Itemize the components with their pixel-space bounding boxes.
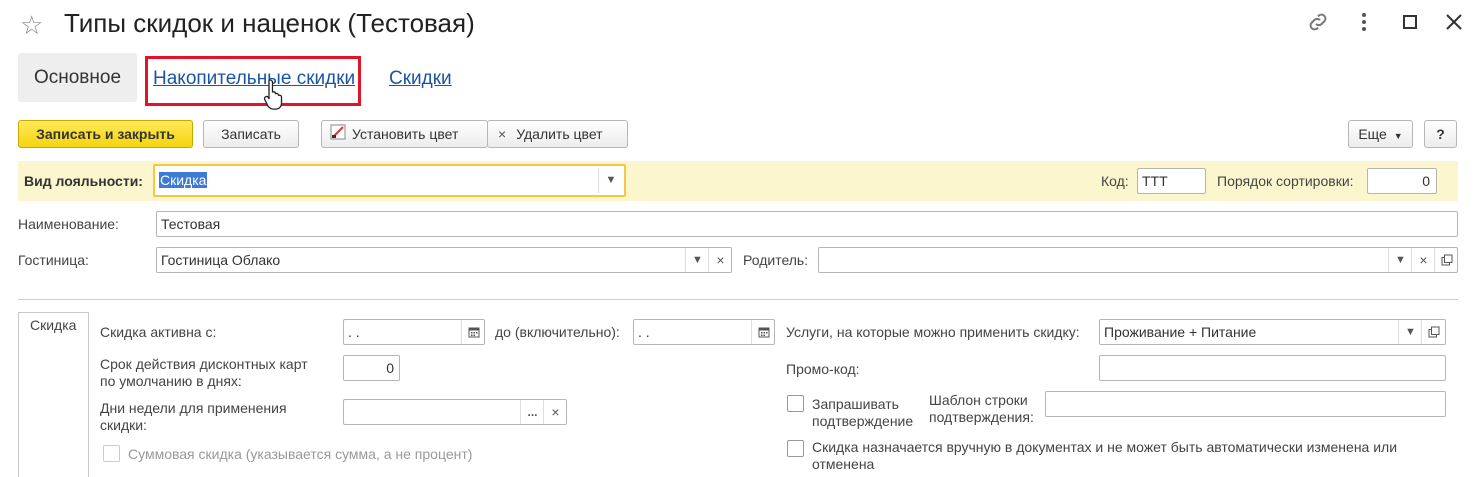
link-icon[interactable]: [1306, 10, 1330, 40]
chevron-down-icon[interactable]: ▼: [1398, 320, 1422, 344]
window-title: Типы скидок и наценок (Тестовая): [64, 8, 475, 38]
name-input[interactable]: Тестовая: [156, 211, 1458, 237]
promo-input[interactable]: [1099, 355, 1446, 381]
card-term-label-1: Срок действия дисконтных карт: [100, 356, 308, 372]
ask-confirm-checkbox[interactable]: [787, 395, 804, 412]
name-label: Наименование:: [18, 216, 119, 232]
tab-discount-vertical[interactable]: [18, 312, 89, 477]
more-label: Еще: [1358, 126, 1387, 142]
chevron-down-icon[interactable]: ▼: [598, 168, 623, 193]
ask-confirm-label-1: Запрашивать: [812, 396, 899, 412]
clear-icon[interactable]: ×: [708, 248, 732, 272]
clear-icon[interactable]: ×: [1411, 248, 1435, 272]
maximize-icon[interactable]: [1398, 10, 1422, 40]
active-from-label: Скидка активна с:: [100, 324, 217, 340]
more-button[interactable]: Еще ▼: [1348, 120, 1413, 148]
remove-icon: ×: [498, 126, 507, 142]
chevron-down-icon: ▼: [1393, 131, 1403, 141]
weekdays-label-2: скидки:: [100, 417, 147, 433]
ellipsis-icon[interactable]: ...: [520, 400, 544, 424]
set-color-label: Установить цвет: [352, 126, 459, 142]
tab-main[interactable]: Основное: [18, 53, 137, 102]
save-button[interactable]: Записать: [203, 120, 299, 148]
more-vertical-icon[interactable]: [1352, 10, 1376, 40]
ask-confirm-label-2: подтверждение: [812, 413, 914, 429]
loyalty-label: Вид лояльности:: [24, 173, 143, 189]
set-color-button[interactable]: Установить цвет: [321, 120, 488, 148]
services-label: Услуги, на которые можно применить скидк…: [786, 324, 1080, 340]
parent-select[interactable]: [818, 247, 1458, 273]
template-input[interactable]: [1045, 391, 1446, 417]
services-value: Проживание + Питание: [1104, 324, 1257, 340]
chevron-down-icon[interactable]: ▼: [1388, 248, 1412, 272]
card-term-label-2: по умолчанию в днях:: [100, 373, 242, 389]
close-icon[interactable]: [1442, 10, 1466, 40]
manual-discount-label-1: Скидка назначается вручную в документах …: [812, 439, 1398, 455]
loyalty-select[interactable]: Скидка: [153, 164, 626, 197]
hotel-select[interactable]: Гостиница Облако: [156, 247, 732, 273]
code-input[interactable]: ТТТ: [1137, 168, 1206, 194]
code-label: Код:: [1101, 173, 1129, 189]
hand-cursor-icon: [262, 78, 288, 115]
remove-color-button[interactable]: × Удалить цвет: [487, 120, 628, 148]
sort-order-input[interactable]: 0: [1367, 168, 1437, 194]
open-icon[interactable]: [1434, 248, 1458, 272]
weekdays-label-1: Дни недели для применения: [100, 400, 287, 416]
hotel-label: Гостиница:: [18, 252, 89, 268]
sort-label: Порядок сортировки:: [1217, 173, 1354, 189]
template-label-1: Шаблон строки: [929, 392, 1028, 408]
manual-discount-checkbox[interactable]: [787, 440, 804, 457]
manual-discount-label-2: отменена: [812, 456, 875, 472]
help-button[interactable]: ?: [1424, 120, 1457, 148]
calendar-icon[interactable]: [751, 320, 775, 344]
to-label: до (включительно):: [495, 324, 620, 340]
divider: [18, 299, 1458, 300]
sum-discount-label: Суммовая скидка (указывается сумма, а не…: [128, 446, 473, 462]
open-icon[interactable]: [1421, 320, 1446, 344]
chevron-down-icon[interactable]: ▼: [685, 248, 709, 272]
tab-panel-border: [88, 312, 89, 477]
sum-discount-checkbox[interactable]: [103, 445, 120, 462]
clear-icon[interactable]: ×: [543, 400, 567, 424]
template-label-2: подтверждения:: [929, 409, 1034, 425]
card-term-input[interactable]: 0: [343, 355, 400, 381]
tab-discount-label: Скидка: [30, 317, 77, 333]
palette-icon: [330, 122, 346, 148]
highlight-box: [145, 56, 361, 106]
remove-color-label: Удалить цвет: [516, 126, 603, 142]
save-and-close-button[interactable]: Записать и закрыть: [18, 120, 193, 148]
hotel-value: Гостиница Облако: [161, 252, 281, 268]
star-icon[interactable]: ☆: [20, 10, 43, 40]
calendar-icon[interactable]: [461, 320, 485, 344]
promo-label: Промо-код:: [786, 361, 860, 377]
services-select[interactable]: Проживание + Питание: [1099, 319, 1446, 345]
loyalty-value: Скидка: [159, 172, 208, 188]
parent-label: Родитель:: [743, 252, 809, 268]
tab-discounts[interactable]: Скидки: [389, 68, 452, 90]
